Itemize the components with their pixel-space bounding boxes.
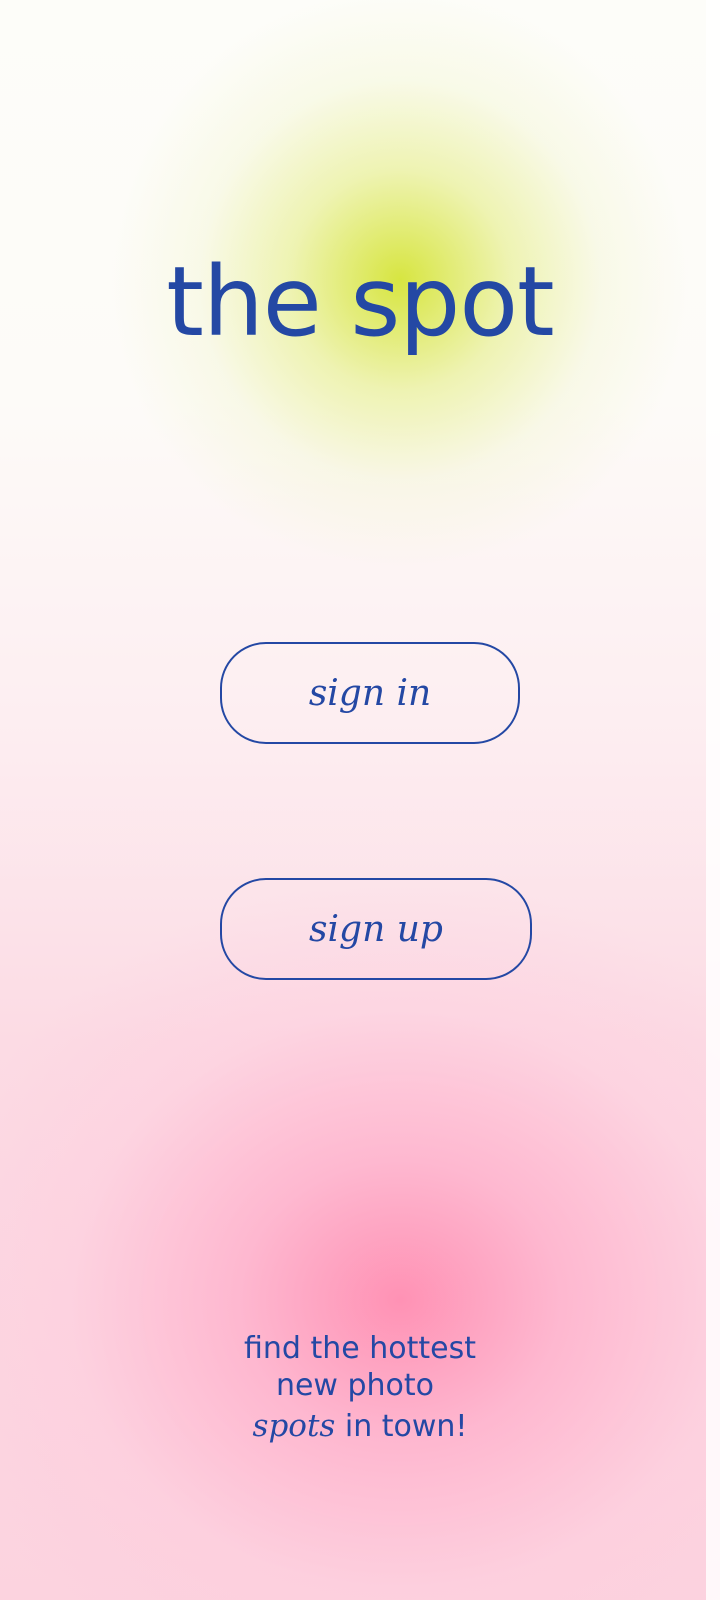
tagline: find the hottest new photo spots in town… (0, 1330, 720, 1445)
tagline-emphasis: spots (252, 1408, 336, 1444)
app-title: the spot (166, 246, 554, 358)
tagline-line-3-rest: in town! (335, 1409, 468, 1444)
tagline-line-2: new photo (275, 1368, 435, 1403)
tagline-line-3: spots in town! (0, 1408, 720, 1445)
sign-up-button[interactable]: sign up (220, 878, 532, 980)
tagline-line-1: find the hottest (243, 1331, 476, 1366)
sign-in-button[interactable]: sign in (220, 642, 520, 744)
